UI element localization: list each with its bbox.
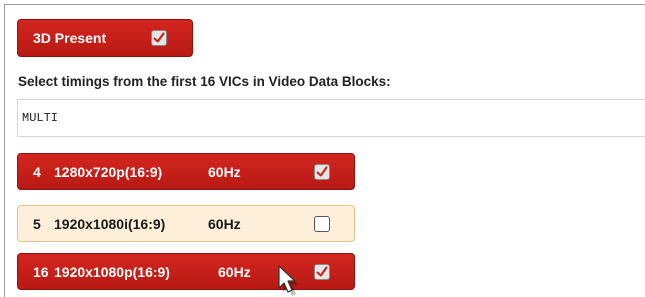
mouse-cursor-icon <box>278 265 299 296</box>
check-icon <box>153 32 165 43</box>
vic-resolution: 1920x1080p(16:9) <box>54 263 170 280</box>
vic-number: 5 <box>33 215 41 232</box>
vic-toggle-5[interactable]: 5 1920x1080i(16:9) 60Hz <box>17 205 355 242</box>
vic-number: 4 <box>33 163 41 180</box>
timing-field[interactable]: MULTI <box>17 99 645 137</box>
vic-resolution: 1920x1080i(16:9) <box>54 215 166 232</box>
vic-toggle-16[interactable]: 16 1920x1080p(16:9) 60Hz <box>17 253 355 290</box>
frame-border-left <box>4 4 5 297</box>
frame-border-top <box>4 4 645 5</box>
vic-checkbox-16[interactable] <box>314 264 330 280</box>
vic-selection-heading: Select timings from the first 16 VICs in… <box>18 74 391 89</box>
check-icon <box>316 166 328 177</box>
vic-number: 16 <box>33 263 49 280</box>
3d-present-label: 3D Present <box>33 30 107 46</box>
check-icon <box>316 266 328 277</box>
vic-toggle-4[interactable]: 4 1280x720p(16:9) 60Hz <box>17 153 355 190</box>
vic-checkbox-5[interactable] <box>314 216 330 232</box>
vic-rate: 60Hz <box>218 263 251 280</box>
3d-present-toggle[interactable]: 3D Present <box>17 19 193 57</box>
3d-present-checkbox[interactable] <box>151 30 167 46</box>
vic-checkbox-4[interactable] <box>314 164 330 180</box>
vic-rate: 60Hz <box>208 163 241 180</box>
vic-resolution: 1280x720p(16:9) <box>54 163 163 180</box>
vic-rate: 60Hz <box>208 215 241 232</box>
